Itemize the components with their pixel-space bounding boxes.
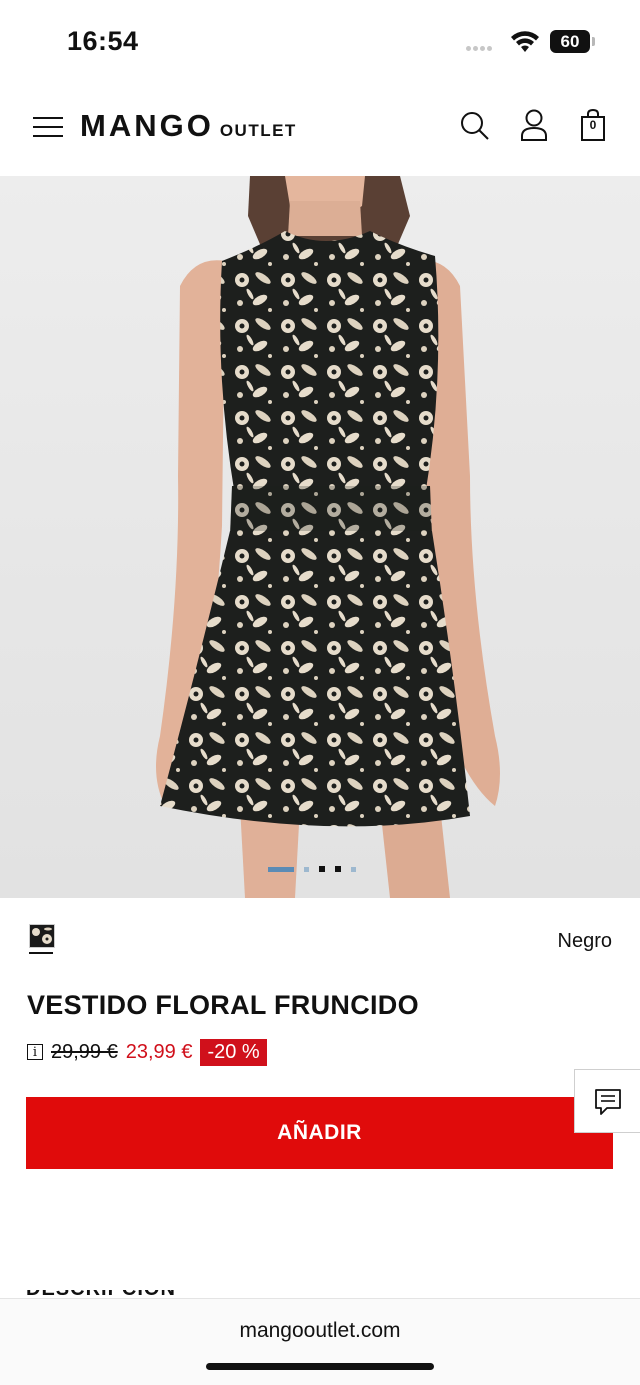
price-row: i 29,99 € 23,99 € -20 % (27, 1038, 267, 1066)
battery-tip (592, 37, 595, 46)
product-image[interactable] (0, 176, 640, 898)
logo-sub: OUTLET (219, 121, 297, 140)
chat-button[interactable] (574, 1069, 640, 1133)
battery-level: 60 (560, 32, 580, 51)
price-info-icon[interactable]: i (27, 1044, 43, 1060)
image-carousel-dots (268, 866, 356, 872)
battery-icon: 60 (550, 30, 590, 53)
sale-price: 23,99 € (125, 1040, 193, 1063)
carousel-dot[interactable] (304, 866, 309, 872)
color-name: Negro (557, 930, 612, 952)
menu-icon[interactable] (33, 117, 63, 139)
carousel-dot[interactable] (268, 866, 294, 872)
discount-badge: -20 % (200, 1038, 267, 1066)
carousel-dot[interactable] (335, 866, 341, 872)
add-to-bag-button[interactable]: AÑADIR (26, 1097, 613, 1169)
home-indicator[interactable] (206, 1363, 434, 1370)
wifi-icon (511, 31, 539, 52)
original-price: 29,99 € (51, 1040, 118, 1063)
mango-outlet-logo[interactable]: MANGO OUTLET (80, 108, 297, 148)
site-header: MANGO OUTLET 0 (0, 84, 640, 176)
status-time: 16:54 (67, 26, 139, 56)
color-swatch-negro[interactable] (29, 924, 55, 948)
carousel-dot[interactable] (319, 866, 325, 872)
carousel-dot[interactable] (351, 866, 356, 872)
url-label[interactable]: mangooutlet.com (0, 1319, 640, 1343)
cellular-signal-icon (466, 46, 500, 52)
logo-main: MANGO (80, 108, 214, 143)
product-title: VESTIDO FLORAL FRUNCIDO (27, 990, 419, 1020)
bag-count: 0 (589, 118, 597, 132)
selected-swatch-indicator (29, 952, 53, 954)
search-icon[interactable] (458, 108, 490, 142)
browser-address-bar: mangooutlet.com (0, 1298, 640, 1385)
swatch-pattern (32, 927, 52, 944)
status-bar: 16:54 60 (0, 0, 640, 84)
chat-icon (595, 1089, 621, 1115)
user-icon[interactable] (518, 108, 550, 142)
shopping-bag-button[interactable]: 0 (577, 108, 609, 142)
model-photo (156, 176, 500, 898)
